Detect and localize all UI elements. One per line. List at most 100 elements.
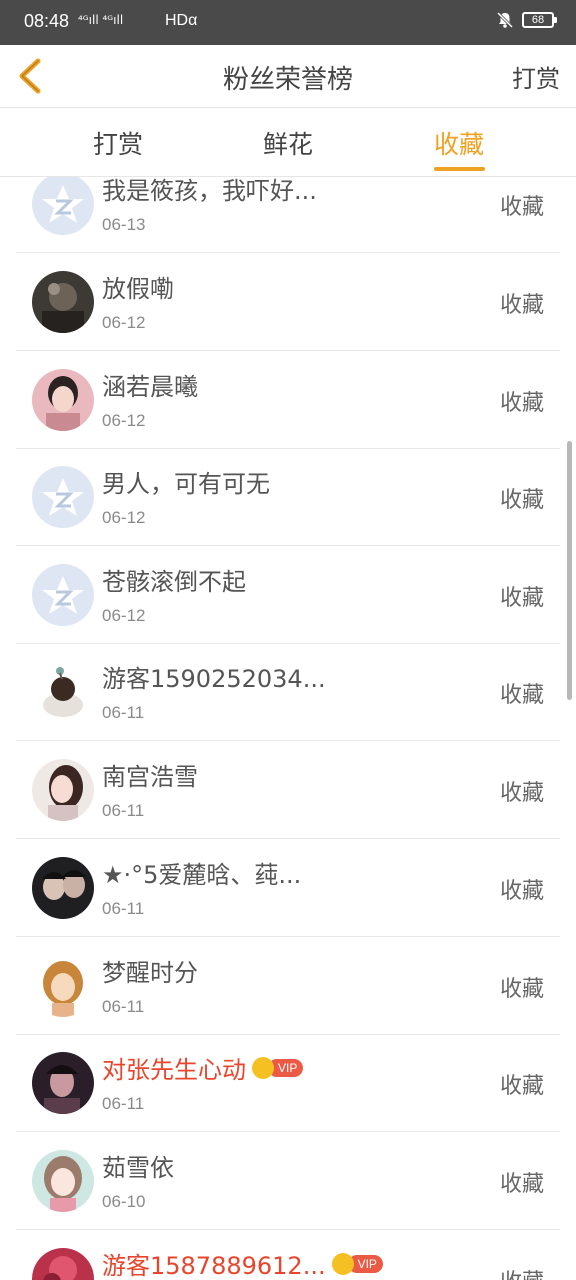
default-q-icon [32,564,94,626]
date: 06-12 [102,411,146,430]
list-item[interactable]: ★·°5爱麓晗、莼... 06-11 收藏 [16,839,560,937]
status-time: 08:48 [24,11,70,31]
name-line: 游客1587889612... VIP [102,1246,383,1280]
action-label: 收藏 [499,488,544,513]
user-photo-icon [32,1150,94,1212]
action-label: 收藏 [499,879,544,904]
crown-icon [252,1056,274,1079]
date: 06-11 [102,1094,145,1113]
avatar [32,661,94,723]
status-bar: 08:48 ⁴ᴳıll ⁴ᴳıll HDα 68 [0,0,576,45]
avatar [32,759,94,821]
list-item[interactable]: 南宫浩雪 06-11 收藏 [16,741,560,839]
name-line: 放假嘞 [102,269,174,304]
crown-icon [331,1252,354,1275]
name-line: 南宫浩雪 [102,757,198,792]
user-photo-icon [32,1248,94,1280]
user-photo-icon [32,759,94,821]
user-photo-icon [32,271,94,333]
name-line: 游客1590252034... [102,659,326,694]
tab-bar: 打赏 鲜花 收藏 [0,109,576,177]
vip-badge: VIP [252,1056,304,1079]
action-label: 收藏 [499,293,544,318]
tab-reward[interactable]: 打赏 [93,125,143,161]
network-indicator: HDα [165,12,198,29]
name-line: 梦醒时分 [102,953,198,988]
avatar [32,1248,94,1280]
date: 06-11 [102,801,145,820]
user-name: ★·°5爱麓晗、莼... [102,861,302,889]
status-right: 68 [496,11,557,29]
action-label: 收藏 [499,1074,544,1099]
avatar [32,955,94,1017]
user-name: 茹雪依 [102,1154,174,1182]
tab-flowers[interactable]: 鲜花 [263,125,313,161]
tab-favorites[interactable]: 收藏 [434,125,484,161]
date: 06-11 [102,703,145,722]
date: 06-12 [102,508,146,527]
action-label: 收藏 [499,195,544,220]
fan-list: 我是筱孩，我吓好... 06-13 收藏 放假嘞 06-12 收藏 涵若晨曦 0… [0,177,576,1280]
user-photo-icon [32,369,94,431]
name-line: 我是筱孩，我吓好... [102,177,317,206]
action-label: 收藏 [499,586,544,611]
avatar [32,466,94,528]
list-item[interactable]: 苍骸滚倒不起 06-12 收藏 [16,546,560,644]
avatar [32,564,94,626]
user-name: 游客1587889612... [102,1252,326,1280]
list-item[interactable]: 游客1590252034... 06-11 收藏 [16,643,560,741]
user-name: 游客1590252034... [102,665,326,693]
user-name: 对张先生心动 [102,1056,246,1084]
user-name: 梦醒时分 [102,959,198,987]
list-item[interactable]: 男人，可有可无 06-12 收藏 [16,448,560,546]
date: 06-12 [102,606,146,625]
list-item[interactable]: 放假嘞 06-12 收藏 [16,253,560,351]
battery-icon: 68 [522,12,557,28]
user-name: 苍骸滚倒不起 [102,568,246,596]
name-line: 苍骸滚倒不起 [102,562,246,597]
date: 06-13 [102,215,146,234]
vip-badge: VIP [331,1252,383,1275]
date: 06-10 [102,1192,146,1211]
user-name: 南宫浩雪 [102,763,198,791]
user-photo-icon [32,857,94,919]
name-line: 茹雪依 [102,1148,174,1183]
user-name: 我是筱孩，我吓好... [102,177,317,205]
action-label: 收藏 [499,391,544,416]
list-item[interactable]: 我是筱孩，我吓好... 06-13 收藏 [16,177,560,253]
mute-notification-icon [496,11,514,29]
reward-button[interactable]: 打赏 [512,59,560,94]
date: 06-11 [102,899,145,918]
list-item[interactable]: 涵若晨曦 06-12 收藏 [16,351,560,449]
name-line: 涵若晨曦 [102,367,198,402]
scrollbar[interactable] [567,441,572,700]
avatar [32,857,94,919]
signal-icon: ⁴ᴳıll ⁴ᴳıll [78,13,124,27]
action-label: 收藏 [499,1172,544,1197]
default-q-icon [32,177,94,235]
avatar [32,1052,94,1114]
user-name: 涵若晨曦 [102,373,198,401]
action-label: 收藏 [499,781,544,806]
list-item[interactable]: 对张先生心动 VIP 06-11 收藏 [16,1034,560,1132]
list-item[interactable]: 梦醒时分 06-11 收藏 [16,937,560,1035]
user-photo-icon [32,661,94,723]
user-photo-icon [32,955,94,1017]
list-item[interactable]: 游客1587889612... VIP 收藏 [16,1230,560,1280]
avatar [32,271,94,333]
action-label: 收藏 [499,977,544,1002]
page-title: 粉丝荣誉榜 [222,65,353,95]
user-name: 男人，可有可无 [102,470,270,498]
date: 06-12 [102,313,146,332]
list-item[interactable]: 茹雪依 06-10 收藏 [16,1132,560,1230]
avatar [32,369,94,431]
avatar [32,177,94,235]
name-line: 男人，可有可无 [102,464,270,499]
action-label: 收藏 [499,683,544,708]
user-photo-icon [32,1052,94,1114]
date: 06-11 [102,997,145,1016]
header-bar: 粉丝荣誉榜 打赏 [0,45,576,108]
user-name: 放假嘞 [102,275,174,303]
name-line: ★·°5爱麓晗、莼... [102,855,301,890]
action-label: 收藏 [500,1264,544,1280]
